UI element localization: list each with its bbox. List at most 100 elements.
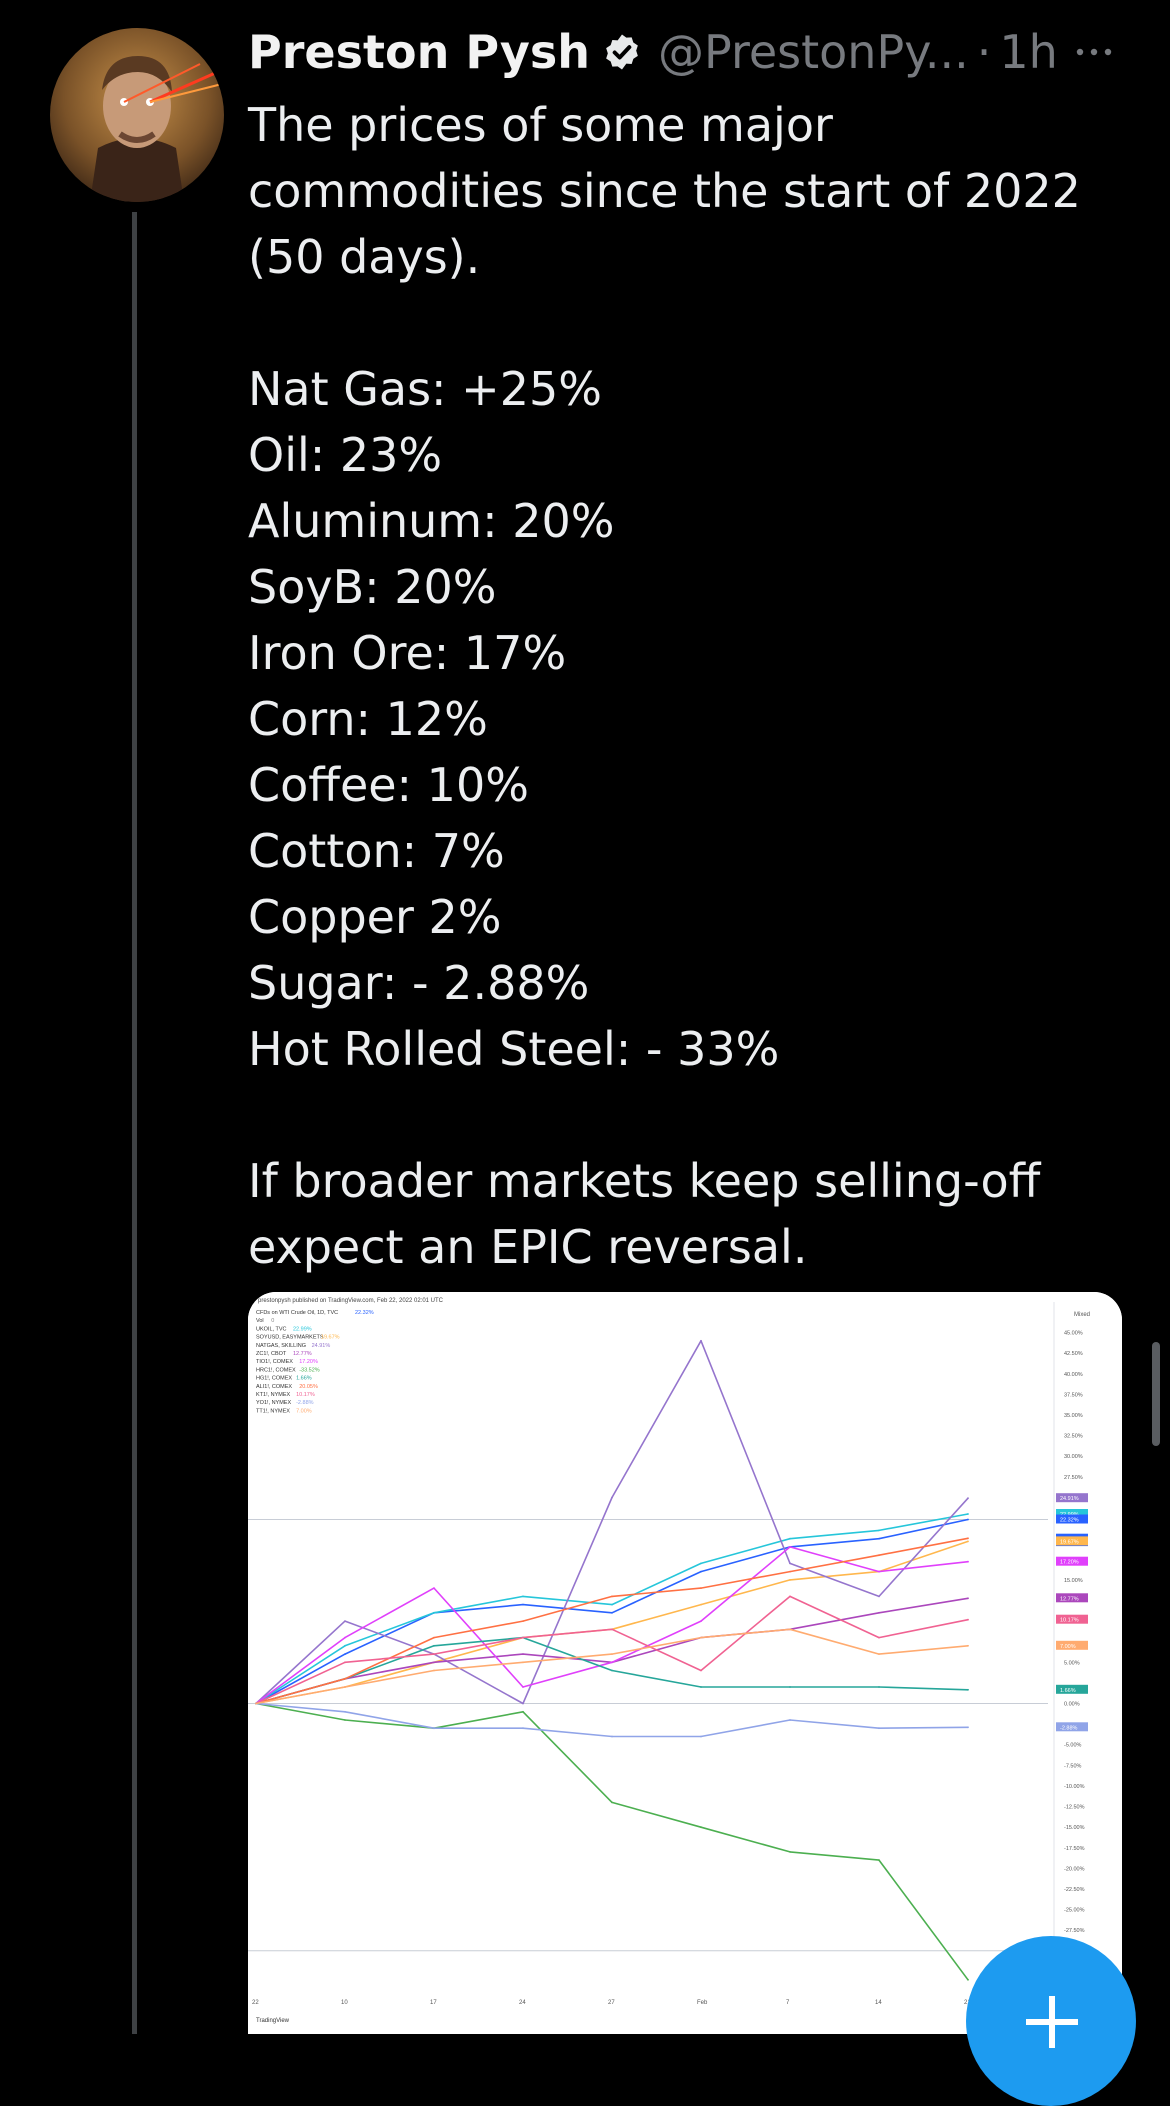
series-point xyxy=(789,1595,791,1598)
series-point xyxy=(344,1653,346,1655)
series-point xyxy=(967,1618,969,1621)
avatar[interactable] xyxy=(50,28,224,202)
legend-label: HRC1!, COMEX xyxy=(256,1367,296,1373)
chart-image[interactable]: prestonpysh published on TradingView.com… xyxy=(248,1292,1122,2034)
series-point xyxy=(700,1570,702,1573)
y-tick-label: 30.00% xyxy=(1064,1454,1083,1460)
author-name[interactable]: Preston Pysh xyxy=(248,25,590,79)
legend-value: 12.77% xyxy=(293,1351,312,1357)
x-tick-label: 14 xyxy=(875,2000,882,2006)
x-tick-label: 10 xyxy=(341,2000,348,2006)
avatar-image xyxy=(50,28,224,202)
value-badge-label: 1.66% xyxy=(1060,1688,1076,1694)
series-point xyxy=(878,1554,880,1557)
value-badge-label: 12.77% xyxy=(1060,1596,1079,1602)
series-point xyxy=(433,1636,435,1639)
tweet-text-line: Coffee: 10% xyxy=(248,758,529,812)
tweet-text-line: (50 days). xyxy=(248,230,481,284)
thread-line xyxy=(132,212,137,2034)
tweet-text-line: SoyB: 20% xyxy=(248,560,497,614)
series-point xyxy=(878,1686,880,1688)
axis-top-label: Mixed xyxy=(1074,1312,1090,1318)
series-point xyxy=(967,1688,969,1691)
y-tick-label: -7.50% xyxy=(1064,1763,1082,1769)
value-badge-label: 24.91% xyxy=(1060,1496,1079,1502)
series-point xyxy=(878,1636,880,1639)
series-point xyxy=(789,1851,791,1853)
author-handle[interactable]: @PrestonPy... xyxy=(658,25,969,79)
series-point xyxy=(789,1570,791,1573)
legend-label: HG1!, COMEX xyxy=(256,1376,292,1382)
series-point xyxy=(433,1661,435,1664)
watermark: TradingView xyxy=(256,2018,290,2024)
y-tick-label: -17.50% xyxy=(1064,1846,1085,1852)
legend-label: ALI1!, COMEX xyxy=(256,1384,292,1390)
series-point xyxy=(611,1801,613,1804)
y-tick-label: 5.00% xyxy=(1064,1660,1080,1666)
legend-label: SOYUSD, EASYMARKETS xyxy=(256,1335,324,1341)
tweet-text-line: If broader markets keep selling-off xyxy=(248,1154,1041,1208)
x-tick-label: 24 xyxy=(519,2000,526,2006)
more-horizontal-icon[interactable] xyxy=(1072,30,1116,74)
tweet-text-line: Nat Gas: +25% xyxy=(248,362,602,416)
series-point xyxy=(344,1636,346,1639)
y-tick-label: 45.00% xyxy=(1064,1331,1083,1337)
series-point xyxy=(522,1727,524,1730)
series-point xyxy=(522,1653,524,1655)
value-badge-label: 22.32% xyxy=(1060,1518,1079,1524)
timestamp[interactable]: 1h xyxy=(999,25,1057,79)
series-point xyxy=(611,1735,613,1738)
series-point xyxy=(522,1661,524,1664)
series-point xyxy=(878,1727,880,1730)
series-point xyxy=(522,1710,524,1713)
series-point xyxy=(344,1644,346,1647)
series-point xyxy=(344,1686,346,1688)
value-badge-label: 10.17% xyxy=(1060,1618,1079,1624)
legend-label: KT1!, NYMEX xyxy=(256,1392,291,1398)
series-point xyxy=(967,1560,969,1563)
series-point xyxy=(789,1562,791,1565)
chart-header: prestonpysh published on TradingView.com… xyxy=(258,1298,444,1304)
series-point xyxy=(344,1677,346,1680)
tweet-text-line: Corn: 12% xyxy=(248,692,488,746)
series-point xyxy=(611,1595,613,1598)
series-point xyxy=(611,1669,613,1672)
y-tick-label: 27.50% xyxy=(1064,1475,1083,1481)
series-point xyxy=(967,1513,969,1515)
series-point xyxy=(344,1620,346,1622)
legend-label: UKOIL, TVC xyxy=(256,1326,286,1332)
scrollbar[interactable] xyxy=(1152,1342,1160,1446)
series-point xyxy=(700,1826,702,1829)
series-point xyxy=(700,1669,702,1672)
x-tick-label: 22 xyxy=(252,2000,259,2006)
tweet-text-line: Hot Rolled Steel: - 33% xyxy=(248,1022,780,1076)
tweet-text-line: Iron Ore: 17% xyxy=(248,626,567,680)
plus-icon xyxy=(1026,1996,1078,2048)
series-point xyxy=(878,1537,880,1540)
series-point xyxy=(344,1719,346,1721)
tweet-text-line: The prices of some major xyxy=(248,98,833,152)
series-point xyxy=(789,1719,791,1721)
legend-value: 19.67% xyxy=(321,1335,340,1341)
series-point xyxy=(700,1562,702,1565)
tweet-text-line: commodities since the start of 2022 xyxy=(248,164,1081,218)
series-point xyxy=(255,1702,257,1705)
tweet-text-line xyxy=(248,1082,1108,1148)
legend-label: NATGAS, SKILLING xyxy=(256,1343,306,1349)
series-point xyxy=(878,1570,880,1573)
y-tick-label: 0.00% xyxy=(1064,1702,1080,1708)
legend-value: 22.99% xyxy=(293,1326,312,1332)
value-badge-label: -2.88% xyxy=(1060,1725,1078,1731)
y-tick-label: -20.00% xyxy=(1064,1866,1085,1872)
verified-badge-icon xyxy=(606,34,638,70)
y-tick-label: 37.50% xyxy=(1064,1392,1083,1398)
series-point xyxy=(700,1339,702,1342)
series-point xyxy=(967,1597,969,1600)
series-point xyxy=(611,1611,613,1614)
legend-value: 1.66% xyxy=(296,1376,312,1382)
value-badge-label: 17.20% xyxy=(1060,1560,1079,1566)
legend-label: TIO1!, COMEX xyxy=(256,1359,293,1365)
series-point xyxy=(433,1669,435,1672)
series-point xyxy=(700,1735,702,1738)
legend-value: 22.32% xyxy=(355,1310,374,1316)
